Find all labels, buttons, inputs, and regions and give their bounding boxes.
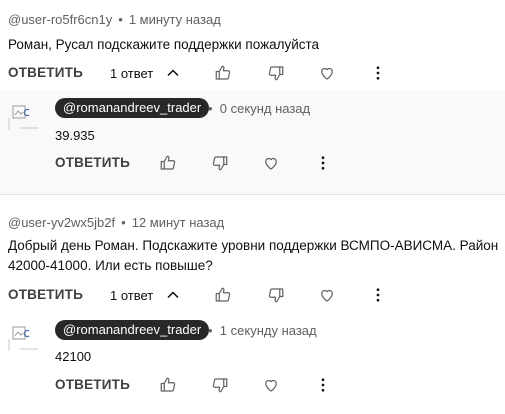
comment-time[interactable]: 12 минут назад [132,215,225,230]
reply-button[interactable]: ОТВЕТИТЬ [55,155,130,170]
reply: @romanandreev_trader • 0 секунд назад 39… [0,90,505,194]
comment-time[interactable]: 1 минуту назад [129,12,221,27]
reply-time[interactable]: 0 секунд назад [220,101,310,116]
thumbs-up-icon[interactable] [214,286,232,304]
heart-icon[interactable] [318,64,336,82]
comment-actions: ОТВЕТИТЬ 1 ответ [0,284,505,308]
reply-actions: ОТВЕТИТЬ [0,152,505,176]
thumbs-up-icon[interactable] [214,64,232,82]
heart-icon[interactable] [262,154,280,172]
comment-thread: @user-yv2wx5jb2f • 12 минут назад Добрый д… [0,194,505,414]
heart-icon[interactable] [318,286,336,304]
more-vert-icon[interactable] [314,376,332,394]
reply-actions: ОТВЕТИТЬ [0,374,505,398]
avatar[interactable] [8,100,38,130]
reply-button[interactable]: ОТВЕТИТЬ [8,287,83,302]
separator-dot: • [208,101,213,116]
chevron-up-icon[interactable] [166,288,180,302]
thumbs-down-icon[interactable] [211,376,229,394]
reply-time[interactable]: 1 секунду назад [220,323,317,338]
chevron-up-icon[interactable] [166,66,180,80]
replies-toggle[interactable]: 1 ответ [110,66,153,81]
thumbs-down-icon[interactable] [267,286,285,304]
reply-author-handle[interactable]: @romanandreev_trader [55,320,210,340]
reply-text: 39.935 [55,128,95,143]
separator-dot: • [208,323,213,338]
separator-dot: • [121,215,126,230]
replies-toggle[interactable]: 1 ответ [110,288,153,303]
reply-text: 42100 [55,349,92,364]
comment-meta: @user-yv2wx5jb2f • 12 минут назад [8,215,224,230]
comment-thread: @user-ro5fr6cn1y • 1 минуту назад Роман, Р… [0,0,505,194]
separator-dot: • [118,12,123,27]
comment-text: Добрый день Роман. Подскажите уровни под… [8,238,499,273]
thumbs-down-icon[interactable] [211,154,229,172]
reply-button[interactable]: ОТВЕТИТЬ [8,65,83,80]
more-vert-icon[interactable] [369,286,387,304]
reply-button[interactable]: ОТВЕТИТЬ [55,377,130,392]
heart-icon[interactable] [262,376,280,394]
comment-author[interactable]: @user-ro5fr6cn1y [8,12,112,27]
thumbs-down-icon[interactable] [267,64,285,82]
comment-text: Роман, Русал подскажите поддержки пожалу… [8,37,320,52]
thumbs-up-icon[interactable] [159,154,177,172]
comment-actions: ОТВЕТИТЬ 1 ответ [0,62,505,86]
comment-author[interactable]: @user-yv2wx5jb2f [8,215,115,230]
reply: @romanandreev_trader • 1 секунду назад 4… [0,313,505,414]
avatar[interactable] [8,321,38,351]
reply-time-group: • 1 секунду назад [208,323,317,338]
more-vert-icon[interactable] [314,154,332,172]
thumbs-up-icon[interactable] [159,376,177,394]
more-vert-icon[interactable] [369,64,387,82]
reply-time-group: • 0 секунд назад [208,101,310,116]
reply-author-handle[interactable]: @romanandreev_trader [55,98,210,118]
comment-meta: @user-ro5fr6cn1y • 1 минуту назад [8,12,221,27]
